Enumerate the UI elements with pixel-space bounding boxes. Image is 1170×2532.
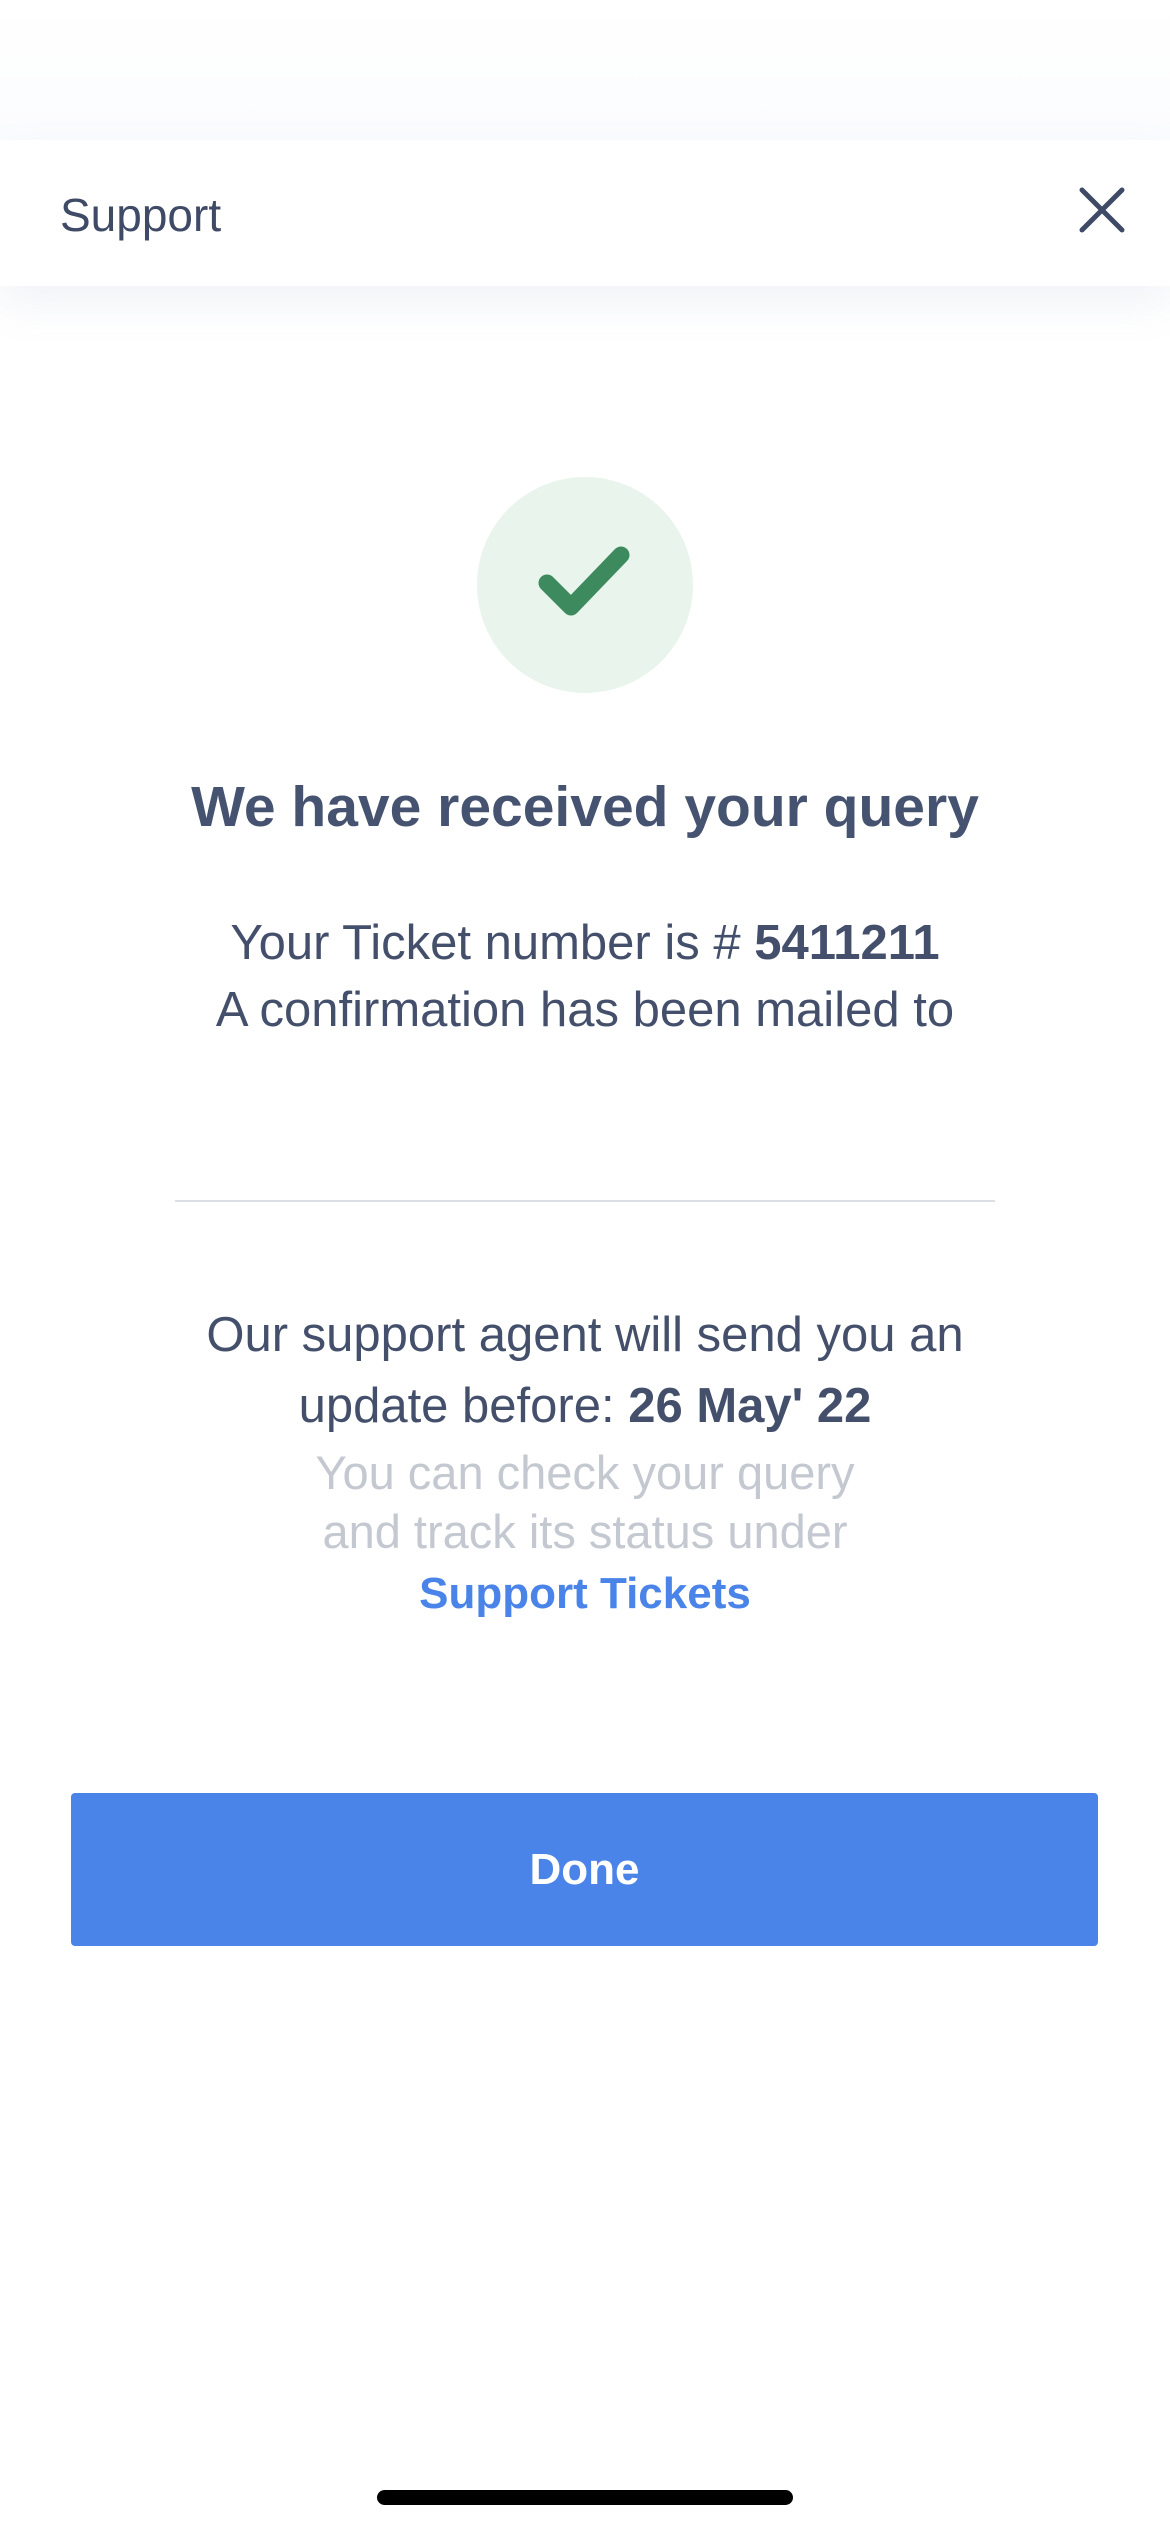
update-date: 26 May' 22 — [628, 1379, 872, 1433]
check-query-text-line1: You can check your query — [315, 1446, 855, 1499]
close-button[interactable] — [1072, 180, 1132, 240]
mailed-confirmation-text: A confirmation has been mailed to — [215, 983, 955, 1037]
ticket-number-label: Your Ticket number is # — [230, 916, 755, 970]
confirmation-headline: We have received your query — [191, 775, 979, 839]
home-indicator[interactable] — [377, 2490, 793, 2505]
support-tickets-link[interactable]: Support Tickets — [0, 1564, 1170, 1624]
update-text-line1: Our support agent will send you an — [206, 1308, 964, 1362]
divider — [175, 1200, 995, 1202]
checkmark-icon — [538, 546, 630, 616]
success-badge — [477, 477, 693, 693]
status-bar-area — [0, 0, 1170, 140]
done-button[interactable]: Done — [71, 1793, 1098, 1946]
close-icon — [1079, 187, 1125, 233]
check-query-text-line2: and track its status under — [322, 1505, 848, 1558]
update-text-line2: update before: 26 May' 22 — [0, 1373, 1170, 1439]
update-before-label: update before: — [298, 1379, 629, 1433]
support-confirmation-screen: Support We have received your query Your… — [0, 0, 1170, 2532]
page-title: Support — [60, 189, 222, 241]
ticket-number: 5411211 — [754, 916, 940, 970]
header: Support — [0, 140, 1170, 286]
ticket-number-line: Your Ticket number is # 5411211 — [0, 910, 1170, 976]
